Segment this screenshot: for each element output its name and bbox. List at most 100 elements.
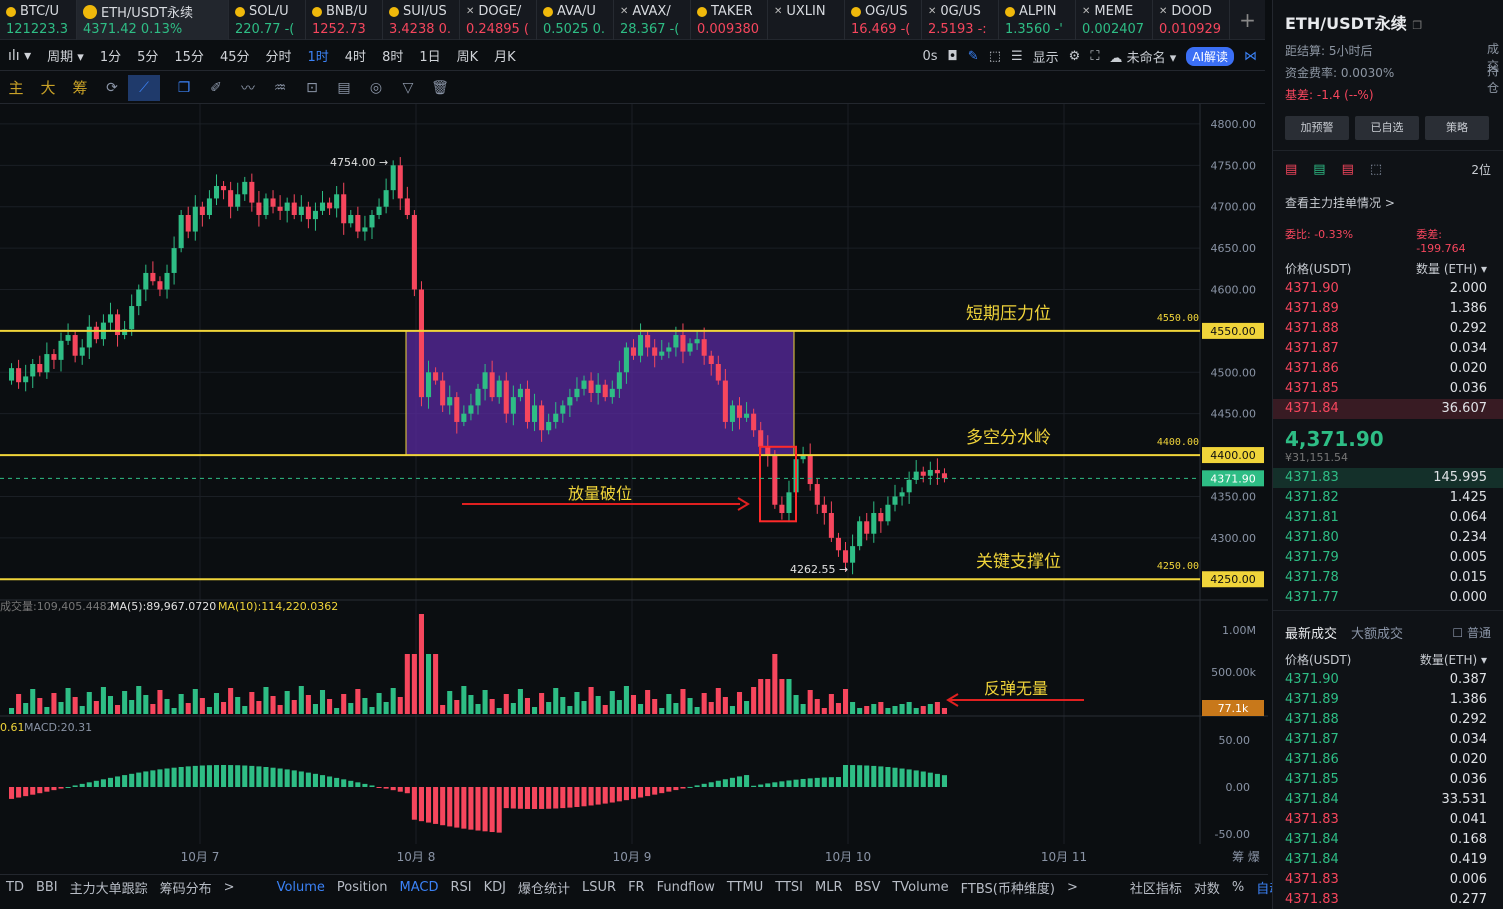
big-trades-tab[interactable]: 大额成交 [1351, 623, 1403, 642]
indicator-tab[interactable]: % [1226, 880, 1250, 895]
depth-bid-icon[interactable]: ▤ [1313, 162, 1325, 177]
ticker-tab[interactable]: ✕ DOOD 0.010929 [1153, 0, 1230, 40]
strategy-button[interactable]: 策略 [1425, 116, 1489, 140]
brush-icon[interactable]: 〰 [232, 78, 264, 98]
copy-symbol-icon[interactable]: ❐ [1412, 19, 1422, 32]
ticker-tab[interactable]: SUI/US 3.4238 0. [383, 0, 460, 40]
bid-row[interactable]: 4371.78 0.015 [1273, 568, 1503, 588]
add-tab-button[interactable]: + [1230, 0, 1265, 40]
view-main-orders[interactable]: 查看主力挂单情况 > [1273, 192, 1503, 214]
ticker-tab[interactable]: AVA/U 0.5025 0. [537, 0, 614, 40]
ob-header-qty[interactable]: 数量 (ETH) ▾ [1415, 259, 1487, 279]
close-icon[interactable]: ✕ [620, 6, 628, 17]
period-0[interactable]: 周期 ▾ [39, 46, 92, 65]
note-icon[interactable]: ▤ [328, 80, 360, 96]
ticker-tab[interactable]: BNB/U 1252.73 [306, 0, 383, 40]
ticker-tab[interactable]: OG/US 16.469 -( [845, 0, 922, 40]
indicator-tab[interactable]: BBI [30, 880, 64, 895]
ticker-tab[interactable]: SOL/U 220.77 -( [229, 0, 306, 40]
ask-row[interactable]: 4371.86 0.020 [1273, 359, 1503, 379]
indicator-tab[interactable]: Volume [271, 880, 331, 895]
indicator-tab[interactable]: 对数 [1188, 878, 1226, 897]
ticker-tab[interactable]: ✕ 0G/US 2.5193 -: [922, 0, 999, 40]
layout-select[interactable]: ☁ 未命名 ▾ [1109, 47, 1176, 66]
ask-row[interactable]: 4371.85 0.036 [1273, 379, 1503, 399]
refresh-icon[interactable]: ⟳ [96, 80, 128, 96]
settings-icon[interactable]: ⚙ [1069, 49, 1081, 64]
ask-row[interactable]: 4371.90 2.000 [1273, 279, 1503, 299]
ticker-tab[interactable]: ✕ MEME 0.002407 [1076, 0, 1153, 40]
ticker-tab[interactable]: ✕ DOGE/0.24895 ( [460, 0, 537, 40]
indicator-tab[interactable]: Position [331, 880, 394, 895]
share-icon[interactable]: ⋈ [1244, 49, 1257, 64]
select-icon[interactable]: ⬚ [989, 49, 1001, 64]
indicator-tab[interactable]: MACD [394, 880, 445, 895]
bid-row[interactable]: 4371.79 0.005 [1273, 548, 1503, 568]
close-icon[interactable]: ✕ [1082, 6, 1090, 17]
draw-tool-chip[interactable]: 筹 [64, 77, 96, 98]
draw-tool-main[interactable]: 主 [0, 77, 32, 98]
period-8[interactable]: 8时 [374, 46, 411, 65]
indicator-tab[interactable]: LSUR [576, 880, 622, 895]
indicator-tab[interactable]: 主力大单跟踪 [64, 878, 154, 897]
ticker-tab[interactable]: BTC/U 121223.3 [0, 0, 77, 40]
trades-header-qty[interactable]: 数量(ETH) ▾ [1415, 650, 1487, 670]
indicator-tab[interactable]: KDJ [478, 880, 512, 895]
ticker-tab[interactable]: ✕ AVAX/28.367 -( [614, 0, 691, 40]
ruler-icon[interactable]: ✐ [200, 80, 232, 96]
indicator-tab[interactable]: TVolume [886, 880, 954, 895]
close-icon[interactable]: ✕ [774, 6, 782, 17]
bid-row[interactable]: 4371.83 145.995 [1273, 468, 1503, 488]
depth-ask-icon[interactable]: ▤ [1342, 162, 1354, 177]
period-7[interactable]: 4时 [337, 46, 374, 65]
trades-tab[interactable]: 最新成交 [1285, 623, 1337, 642]
period-10[interactable]: 周K [449, 46, 487, 65]
indicator-tab[interactable]: TTMU [721, 880, 769, 895]
trash-icon[interactable]: 🗑 [424, 80, 456, 96]
menu-icon[interactable]: ☰ [1011, 49, 1023, 64]
bid-row[interactable]: 4371.80 0.234 [1273, 528, 1503, 548]
ticker-tab[interactable]: ETH/USDT永续 4371.42 0.13% [77, 0, 229, 40]
period-6[interactable]: 1时 [300, 46, 337, 65]
indicator-tab[interactable]: TD [0, 880, 30, 895]
indicator-tab[interactable]: TTSI [769, 880, 809, 895]
indicator-tab[interactable]: RSI [445, 880, 478, 895]
period-5[interactable]: 分时 [257, 46, 299, 65]
normal-checkbox[interactable]: ☐ 普通 [1452, 624, 1491, 641]
kline-chart[interactable]: 4800.00 4750.00 4700.00 4650.00 4600.00 4550.… [0, 104, 1268, 874]
depth-precision[interactable]: 2位 [1471, 161, 1491, 178]
period-9[interactable]: 1日 [411, 46, 448, 65]
indicator-tab[interactable]: 爆仓统计 [512, 878, 576, 897]
indicator-tab[interactable]: FR [622, 880, 651, 895]
indicator-tab[interactable]: FTBS(币种维度) [955, 878, 1061, 897]
indicator-tab[interactable]: BSV [849, 880, 887, 895]
ask-row[interactable]: 4371.89 1.386 [1273, 299, 1503, 319]
indicator-tab[interactable]: > [1061, 880, 1084, 895]
chart-type-icon[interactable]: ılı ▾ [0, 48, 39, 64]
ai-button[interactable]: AI解读 [1186, 46, 1234, 66]
ask-row[interactable]: 4371.88 0.292 [1273, 319, 1503, 339]
period-4[interactable]: 45分 [212, 46, 258, 65]
period-11[interactable]: 月K [486, 46, 524, 65]
ask-row[interactable]: 4371.87 0.034 [1273, 339, 1503, 359]
camera-icon[interactable]: ◘ [947, 49, 957, 64]
alert-button[interactable]: 加预警 [1285, 116, 1349, 140]
watchlist-button[interactable]: 已自选 [1355, 116, 1419, 140]
magnet-icon[interactable]: ◎ [360, 80, 392, 96]
draw-tool-big[interactable]: 大 [32, 77, 64, 98]
display-button[interactable]: 显示 [1033, 47, 1059, 66]
bid-row[interactable]: 4371.82 1.425 [1273, 488, 1503, 508]
ticker-tab[interactable]: ALPIN 1.3560 -' [999, 0, 1076, 40]
close-icon[interactable]: ✕ [928, 6, 936, 17]
indicator-tab[interactable]: Fundflow [651, 880, 721, 895]
line-tool-icon[interactable]: ⟋ [128, 74, 160, 101]
depth-chart-icon[interactable]: ⬚ [1370, 162, 1382, 177]
ticker-tab[interactable]: TAKER 0.009380 [691, 0, 768, 40]
indicator-tab[interactable]: MLR [809, 880, 849, 895]
ask-row[interactable]: 4371.84 36.607 [1273, 399, 1503, 419]
fullscreen-icon[interactable]: ⛶ [1090, 49, 1099, 64]
bid-row[interactable]: 4371.81 0.064 [1273, 508, 1503, 528]
close-icon[interactable]: ✕ [466, 6, 474, 17]
period-1[interactable]: 1分 [92, 46, 129, 65]
close-icon[interactable]: ✕ [1159, 6, 1167, 17]
